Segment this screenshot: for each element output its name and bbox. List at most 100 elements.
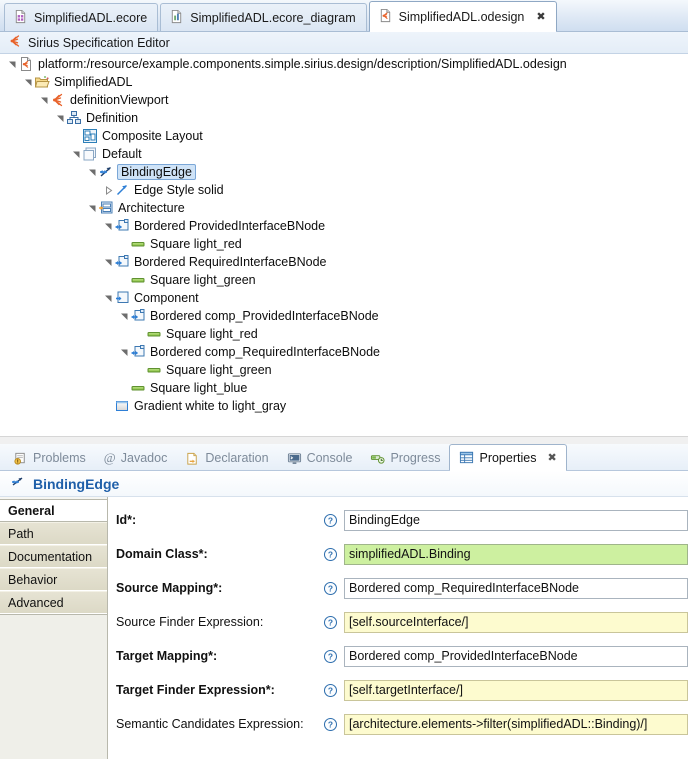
tree-item[interactable]: Square light_green bbox=[0, 361, 688, 379]
view-tab-bar: Problems @ Javadoc DeclarationConsoleProgre… bbox=[0, 444, 688, 471]
tree-item-label: platform:/resource/example.components.si… bbox=[38, 57, 570, 71]
properties-tab-list: General PathDocumentationBehaviorAdvanced bbox=[0, 497, 108, 759]
bordered-node-icon bbox=[114, 218, 130, 234]
tree-item[interactable]: Definition bbox=[0, 109, 688, 127]
edge-mapping-icon bbox=[10, 474, 26, 493]
property-input-id[interactable]: BindingEdge bbox=[344, 510, 688, 531]
help-icon[interactable]: ? bbox=[316, 717, 344, 732]
tree-item[interactable]: BindingEdge bbox=[0, 163, 688, 181]
help-icon[interactable]: ? bbox=[316, 683, 344, 698]
tree-item[interactable]: Composite Layout bbox=[0, 127, 688, 145]
tree-item[interactable]: Bordered comp_ProvidedInterfaceBNode bbox=[0, 307, 688, 325]
tree-spacer bbox=[70, 127, 82, 145]
tree-item[interactable]: Bordered ProvidedInterfaceBNode bbox=[0, 217, 688, 235]
model-tree[interactable]: platform:/resource/example.components.si… bbox=[0, 55, 688, 436]
property-input-target-finder-expression[interactable]: [self.targetInterface/] bbox=[344, 680, 688, 701]
expander-expanded-icon[interactable] bbox=[118, 307, 130, 325]
tree-item[interactable]: Edge Style solid bbox=[0, 181, 688, 199]
property-input-target-mapping[interactable]: Bordered comp_ProvidedInterfaceBNode bbox=[344, 646, 688, 667]
property-row-source-mapping: Source Mapping*:?Bordered comp_RequiredI… bbox=[116, 571, 688, 605]
tree-item[interactable]: SimplifiedADL bbox=[0, 73, 688, 91]
tree-item[interactable]: Bordered RequiredInterfaceBNode bbox=[0, 253, 688, 271]
properties-tab-general[interactable]: General bbox=[0, 499, 107, 522]
property-row-id: Id*:?BindingEdge bbox=[116, 503, 688, 537]
properties-tab-behavior[interactable]: Behavior bbox=[0, 568, 107, 591]
close-icon[interactable]: ✖ bbox=[547, 452, 556, 463]
properties-tab-documentation[interactable]: Documentation bbox=[0, 545, 107, 568]
editor-tab-label: SimplifiedADL.odesign bbox=[399, 10, 525, 24]
properties-tab-advanced[interactable]: Advanced bbox=[0, 591, 107, 614]
svg-text:?: ? bbox=[327, 651, 332, 661]
bordered-node-icon bbox=[130, 344, 146, 360]
property-row-semantic-candidates-expression: Semantic Candidates Expression:?[archite… bbox=[116, 707, 688, 741]
tree-item-label: Square light_green bbox=[150, 273, 259, 287]
expander-expanded-icon[interactable] bbox=[86, 163, 98, 181]
view-tab-declaration[interactable]: Declaration bbox=[176, 446, 277, 470]
tree-spacer bbox=[118, 379, 130, 397]
expander-expanded-icon[interactable] bbox=[118, 343, 130, 361]
gradient-style-icon bbox=[114, 398, 130, 414]
expander-expanded-icon[interactable] bbox=[102, 217, 114, 235]
expander-expanded-icon[interactable] bbox=[22, 73, 34, 91]
tree-item[interactable]: Component bbox=[0, 289, 688, 307]
tree-item[interactable]: Square light_red bbox=[0, 235, 688, 253]
help-icon[interactable]: ? bbox=[316, 581, 344, 596]
editor-tab-simplifiedadl-odesign[interactable]: SimplifiedADL.odesign ✖ bbox=[369, 1, 557, 31]
expander-expanded-icon[interactable] bbox=[38, 91, 50, 109]
property-row-target-finder-expression: Target Finder Expression*:?[self.targetI… bbox=[116, 673, 688, 707]
composite-layout-icon bbox=[82, 128, 98, 144]
ecore-diagram-file-icon bbox=[169, 9, 184, 27]
property-input-semantic-candidates-expression[interactable]: [architecture.elements->filter(simplifie… bbox=[344, 714, 688, 735]
tree-item[interactable]: Default bbox=[0, 145, 688, 163]
properties-form: Id*:?BindingEdgeDomain Class*:?simplifie… bbox=[108, 497, 688, 759]
tree-item[interactable]: platform:/resource/example.components.si… bbox=[0, 55, 688, 73]
property-input-domain-class[interactable]: simplifiedADL.Binding bbox=[344, 544, 688, 565]
tree-item[interactable]: definitionViewport bbox=[0, 91, 688, 109]
property-input-source-finder-expression[interactable]: [self.sourceInterface/] bbox=[344, 612, 688, 633]
tree-item[interactable]: Square light_red bbox=[0, 325, 688, 343]
properties-tab-path[interactable]: Path bbox=[0, 522, 107, 545]
edge-mapping-icon bbox=[98, 164, 114, 180]
view-tab-problems[interactable]: Problems bbox=[4, 446, 95, 470]
tree-item-label: Gradient white to light_gray bbox=[134, 399, 289, 413]
help-icon[interactable]: ? bbox=[316, 649, 344, 664]
tree-item-label: Bordered comp_ProvidedInterfaceBNode bbox=[150, 309, 382, 323]
bordered-node-icon bbox=[114, 254, 130, 270]
view-tab-javadoc[interactable]: @ Javadoc bbox=[95, 446, 177, 470]
property-input-source-mapping[interactable]: Bordered comp_RequiredInterfaceBNode bbox=[344, 578, 688, 599]
tree-spacer bbox=[118, 271, 130, 289]
tree-item[interactable]: Bordered comp_RequiredInterfaceBNode bbox=[0, 343, 688, 361]
properties-tab-label: General bbox=[8, 504, 55, 518]
expander-expanded-icon[interactable] bbox=[86, 199, 98, 217]
tree-item[interactable]: Gradient white to light_gray bbox=[0, 397, 688, 415]
tree-item[interactable]: Square light_green bbox=[0, 271, 688, 289]
javadoc-icon: @ bbox=[104, 450, 116, 466]
view-tab-progress[interactable]: Progress bbox=[361, 446, 449, 470]
help-icon[interactable]: ? bbox=[316, 615, 344, 630]
tree-spacer bbox=[118, 235, 130, 253]
square-style-icon bbox=[130, 272, 146, 288]
view-tab-console[interactable]: Console bbox=[278, 446, 362, 470]
tree-item-label: Edge Style solid bbox=[134, 183, 227, 197]
tree-item[interactable]: Square light_blue bbox=[0, 379, 688, 397]
expander-expanded-icon[interactable] bbox=[102, 289, 114, 307]
tree-item[interactable]: Architecture bbox=[0, 199, 688, 217]
view-tab-properties[interactable]: Properties✖ bbox=[449, 444, 566, 470]
tree-item-label: Square light_red bbox=[150, 237, 245, 251]
close-icon[interactable]: ✖ bbox=[536, 11, 545, 22]
svg-text:?: ? bbox=[327, 617, 332, 627]
square-style-icon bbox=[130, 236, 146, 252]
editor-view-sash[interactable] bbox=[0, 436, 688, 444]
property-label-domain-class: Domain Class*: bbox=[116, 547, 316, 561]
expander-expanded-icon[interactable] bbox=[54, 109, 66, 127]
expander-collapsed-icon[interactable] bbox=[102, 181, 114, 199]
view-tab-label: Javadoc bbox=[121, 451, 168, 465]
expander-expanded-icon[interactable] bbox=[70, 145, 82, 163]
editor-tab-simplifiedadl-ecore-diagram[interactable]: SimplifiedADL.ecore_diagram bbox=[160, 3, 366, 31]
expander-expanded-icon[interactable] bbox=[102, 253, 114, 271]
svg-text:?: ? bbox=[327, 685, 332, 695]
help-icon[interactable]: ? bbox=[316, 513, 344, 528]
expander-expanded-icon[interactable] bbox=[6, 55, 18, 73]
editor-tab-simplifiedadl-ecore[interactable]: SimplifiedADL.ecore bbox=[4, 3, 158, 31]
help-icon[interactable]: ? bbox=[316, 547, 344, 562]
